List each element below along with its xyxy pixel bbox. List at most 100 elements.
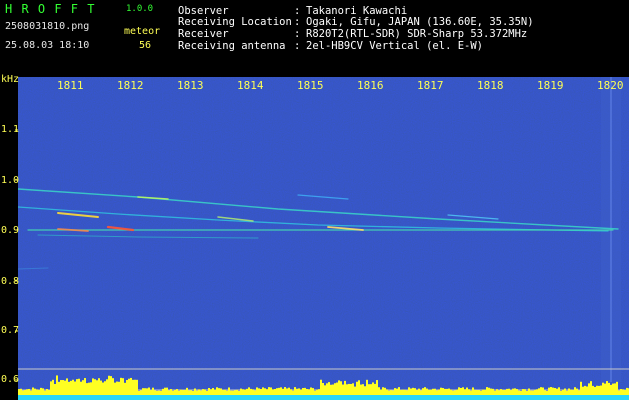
activity-bar (548, 387, 550, 395)
time-tick-label: 1815 (297, 79, 324, 92)
activity-bar (160, 390, 162, 395)
activity-bar (274, 389, 276, 395)
activity-bar (560, 390, 562, 395)
activity-bar (430, 389, 432, 395)
activity-bar (234, 390, 236, 395)
activity-bar (626, 387, 628, 395)
activity-bar (68, 381, 70, 395)
time-tick-label: 1817 (417, 79, 444, 92)
info-value-antenna: 2el-HB9CV Vertical (el. E-W) (306, 40, 484, 52)
activity-bar (28, 388, 30, 395)
activity-bar (282, 388, 284, 395)
activity-bar (424, 387, 426, 395)
activity-bar (96, 380, 98, 395)
activity-bar (386, 389, 388, 395)
time-tick-label: 1820 (597, 79, 624, 92)
activity-bar (502, 389, 504, 395)
activity-bar (472, 387, 474, 395)
activity-bar (136, 379, 138, 395)
spectrum-noise (18, 77, 629, 400)
spectrogram[interactable] (18, 77, 629, 400)
activity-bar (614, 383, 616, 395)
activity-bar (534, 389, 536, 395)
activity-bar (126, 380, 128, 395)
activity-bar (556, 388, 558, 395)
activity-bar (156, 390, 158, 395)
activity-bar (314, 390, 316, 395)
activity-bar (186, 387, 188, 395)
activity-bar (436, 390, 438, 395)
activity-bar (192, 390, 194, 395)
activity-bar (278, 387, 280, 395)
activity-bar (586, 386, 588, 395)
activity-bar (246, 388, 248, 395)
activity-bar (242, 389, 244, 395)
activity-bar (524, 389, 526, 395)
activity-bar (284, 387, 286, 395)
info-key-observer: Observer (178, 5, 229, 17)
activity-bar (322, 382, 324, 395)
activity-bar (344, 380, 346, 395)
activity-bar (172, 390, 174, 395)
activity-bar (40, 387, 42, 395)
activity-bar (478, 390, 480, 395)
activity-bar (562, 389, 564, 395)
activity-bar (128, 378, 130, 395)
activity-bar (468, 389, 470, 395)
activity-bar (84, 378, 86, 395)
activity-bar (94, 379, 96, 395)
activity-bar (236, 389, 238, 395)
activity-bar (298, 388, 300, 395)
activity-bar (204, 389, 206, 395)
activity-bar (610, 384, 612, 395)
activity-bar (462, 387, 464, 395)
activity-bar (60, 380, 62, 395)
activity-bar (66, 378, 68, 395)
activity-bar (394, 388, 396, 395)
activity-bar (606, 381, 608, 395)
activity-bar (450, 389, 452, 395)
activity-bar (448, 388, 450, 395)
activity-bar (580, 381, 582, 395)
activity-bar (470, 390, 472, 395)
activity-bar (276, 388, 278, 395)
activity-bar (76, 379, 78, 395)
activity-bar (514, 388, 516, 395)
activity-bar (44, 390, 46, 395)
activity-bar (416, 389, 418, 395)
activity-bar (388, 390, 390, 395)
activity-bar (426, 388, 428, 395)
activity-bar (488, 387, 490, 395)
activity-bar (550, 387, 552, 395)
activity-bar (222, 389, 224, 395)
app-version: 1.0.0 (126, 4, 154, 14)
activity-bar (226, 390, 228, 395)
activity-bar (574, 387, 576, 395)
activity-bar (34, 388, 36, 395)
activity-bar (422, 388, 424, 395)
activity-bar (526, 390, 528, 395)
activity-bar (264, 388, 266, 395)
activity-bar (348, 383, 350, 395)
activity-bar (490, 388, 492, 395)
info-sep: : (294, 40, 301, 52)
activity-bar (108, 375, 110, 395)
activity-bar (418, 388, 420, 395)
activity-bar (552, 387, 554, 395)
activity-bar (180, 389, 182, 395)
activity-bar (486, 387, 488, 395)
activity-bar (158, 390, 160, 395)
activity-bar (384, 387, 386, 395)
activity-bar (146, 388, 148, 395)
activity-bar (72, 379, 74, 395)
meteor-count: 56 (139, 40, 152, 51)
activity-bar (286, 388, 288, 395)
activity-bar (608, 382, 610, 395)
activity-bar (122, 378, 124, 395)
activity-bar (148, 387, 150, 395)
activity-bar (542, 387, 544, 395)
activity-bar (352, 383, 354, 395)
activity-bar (260, 389, 262, 395)
activity-bar (366, 379, 368, 395)
activity-bar (64, 380, 66, 395)
